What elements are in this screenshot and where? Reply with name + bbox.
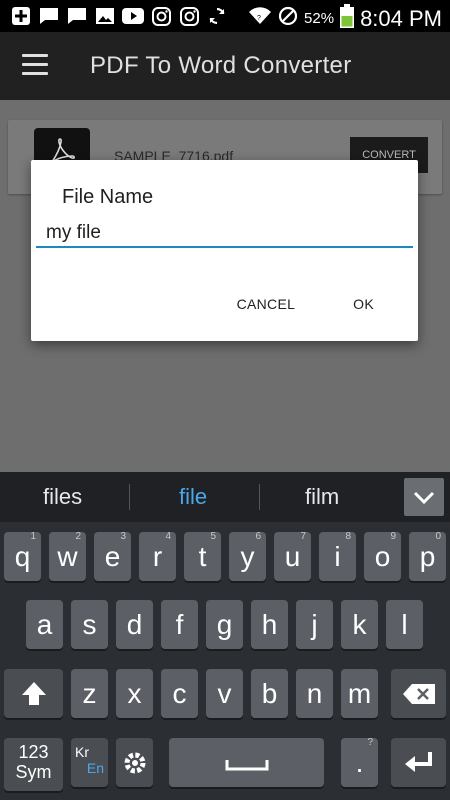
sync-icon xyxy=(206,6,228,26)
key-k[interactable]: k xyxy=(341,600,378,649)
key-l[interactable]: l xyxy=(386,600,423,649)
gear-icon xyxy=(124,752,145,774)
chat-icon xyxy=(66,6,88,26)
svg-text:?: ? xyxy=(257,15,261,22)
period-key[interactable]: .? xyxy=(341,737,378,787)
key-o[interactable]: o9 xyxy=(364,531,401,581)
app-title: PDF To Word Converter xyxy=(90,52,352,79)
key-b[interactable]: b xyxy=(251,669,288,718)
image-icon xyxy=(94,6,116,26)
symbols-key[interactable]: 123 Sym xyxy=(4,738,63,791)
space-icon xyxy=(225,760,268,771)
settings-key[interactable] xyxy=(116,738,153,787)
suggestion-item[interactable]: files xyxy=(43,484,82,510)
cancel-button[interactable]: CANCEL xyxy=(223,288,310,320)
key-u[interactable]: u7 xyxy=(274,531,311,581)
enter-key[interactable] xyxy=(391,738,446,787)
chat-icon xyxy=(38,6,60,26)
key-a[interactable]: a xyxy=(26,600,63,649)
key-g[interactable]: g xyxy=(206,600,243,649)
dialog-actions: CANCEL OK xyxy=(223,288,418,320)
chevron-down-icon xyxy=(413,491,435,505)
key-w[interactable]: w2 xyxy=(49,531,86,581)
instagram-icon xyxy=(150,6,172,26)
key-s[interactable]: s xyxy=(71,600,108,649)
wifi-icon: ? xyxy=(248,6,272,31)
blocked-icon xyxy=(278,6,298,31)
key-x[interactable]: x xyxy=(116,669,153,718)
collapse-keyboard-button[interactable] xyxy=(404,478,444,516)
key-v[interactable]: v xyxy=(206,669,243,718)
battery-icon xyxy=(340,4,355,33)
backspace-icon xyxy=(402,684,435,704)
key-p[interactable]: p0 xyxy=(409,531,446,581)
key-j[interactable]: j xyxy=(296,600,333,649)
ok-button[interactable]: OK xyxy=(339,288,388,320)
file-name-input[interactable] xyxy=(36,220,413,248)
shift-icon xyxy=(21,682,46,705)
key-t[interactable]: t5 xyxy=(184,531,221,581)
space-key[interactable] xyxy=(169,738,324,787)
enter-icon xyxy=(404,752,432,772)
shift-key[interactable] xyxy=(4,669,63,718)
status-bar: ? 52% 8:04 PM xyxy=(0,0,450,32)
language-key[interactable]: Kr En xyxy=(71,738,108,787)
suggestion-divider xyxy=(259,484,260,510)
key-e[interactable]: e3 xyxy=(94,531,131,581)
key-c[interactable]: c xyxy=(161,669,198,718)
suggestion-divider xyxy=(129,484,130,510)
key-q[interactable]: q1 xyxy=(4,531,41,581)
suggestion-item[interactable]: film xyxy=(305,484,339,510)
key-m[interactable]: m xyxy=(341,669,378,718)
key-z[interactable]: z xyxy=(71,669,108,718)
keyboard: q1 w2 e3 r4 t5 y6 u7 i8 o9 p0 a s d f g … xyxy=(0,522,450,800)
key-n[interactable]: n xyxy=(296,669,333,718)
suggestion-bar: files file film xyxy=(0,472,450,522)
key-h[interactable]: h xyxy=(251,600,288,649)
battery-percent: 52% xyxy=(304,10,335,27)
key-d[interactable]: d xyxy=(116,600,153,649)
file-name-dialog: File Name CANCEL OK xyxy=(31,160,418,341)
key-i[interactable]: i8 xyxy=(319,531,356,581)
notification-icons xyxy=(10,6,228,26)
menu-icon[interactable] xyxy=(22,54,48,76)
youtube-icon xyxy=(122,6,144,26)
app-bar: PDF To Word Converter xyxy=(0,32,450,100)
clock: 8:04 PM xyxy=(360,5,442,31)
add-icon xyxy=(10,6,32,26)
key-f[interactable]: f xyxy=(161,600,198,649)
key-y[interactable]: y6 xyxy=(229,531,266,581)
key-r[interactable]: r4 xyxy=(139,531,176,581)
dialog-title: File Name xyxy=(62,186,154,208)
suggestion-item-selected[interactable]: file xyxy=(179,484,207,510)
backspace-key[interactable] xyxy=(391,669,446,718)
instagram-icon xyxy=(178,6,200,26)
